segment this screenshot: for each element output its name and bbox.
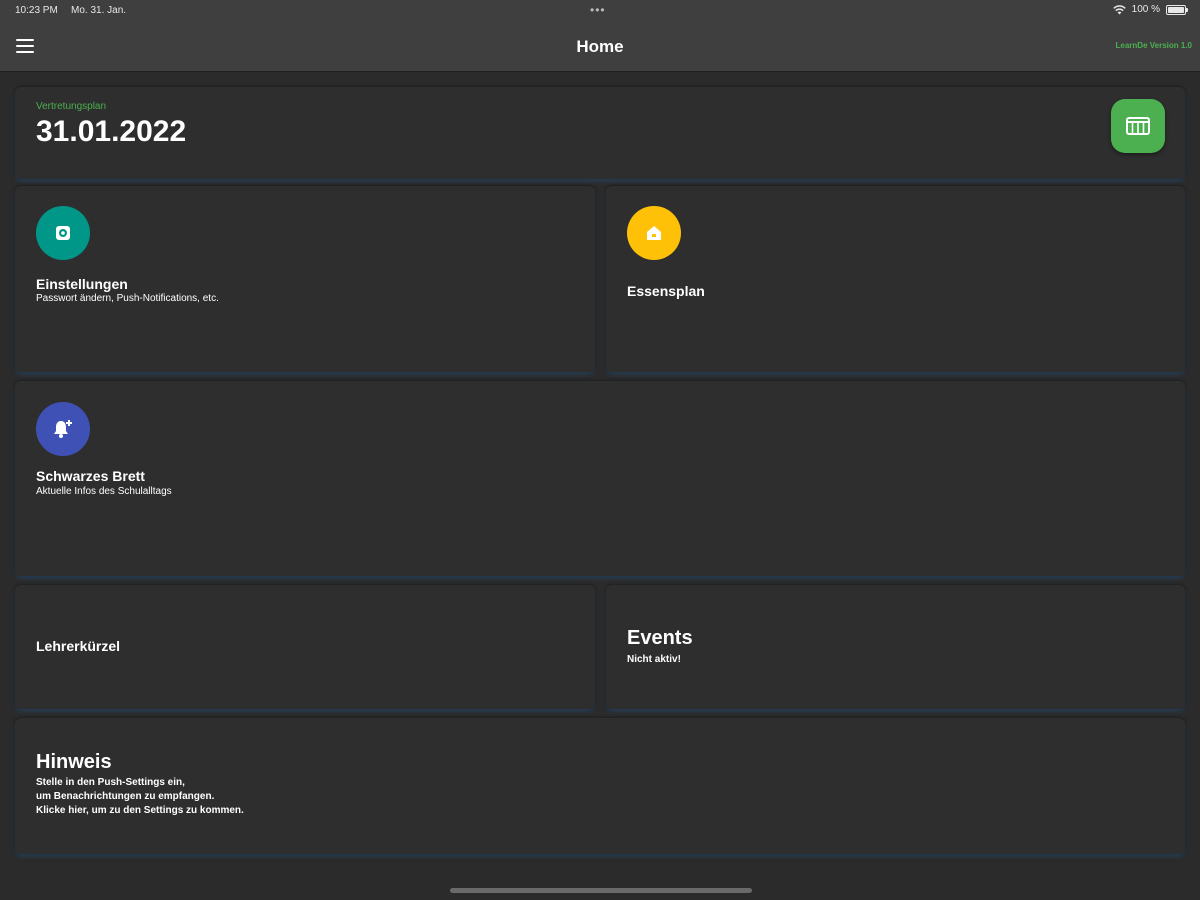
hinweis-line-3: Klicke hier, um zu den Settings zu komme…: [36, 805, 244, 816]
events-card[interactable]: Events Nicht aktiv!: [606, 585, 1185, 709]
wifi-icon: [1112, 4, 1126, 14]
einstellungen-card[interactable]: Einstellungen Passwort ändern, Push-Noti…: [15, 186, 595, 372]
hinweis-title: Hinweis: [36, 751, 112, 773]
schwarzes-brett-title: Schwarzes Brett: [36, 468, 145, 484]
hamburger-icon[interactable]: [16, 39, 34, 53]
version-label: LearnDe Version 1.0: [1115, 41, 1192, 50]
calendar-grid-icon: [1126, 117, 1150, 135]
status-right: 100 %: [1112, 4, 1188, 15]
essensplan-circle: [627, 206, 681, 260]
nav-bar: Home LearnDe Version 1.0: [0, 22, 1200, 72]
home-indicator[interactable]: [450, 888, 752, 893]
house-icon: [647, 226, 661, 240]
battery-icon: [1166, 4, 1188, 15]
essensplan-title: Essensplan: [627, 283, 705, 299]
hinweis-card[interactable]: Hinweis Stelle in den Push-Settings ein,…: [15, 718, 1185, 854]
schwarzes-brett-subtitle: Aktuelle Infos des Schulalltags: [36, 486, 172, 497]
bell-plus-icon: [54, 420, 72, 438]
hinweis-line-2: um Benachrichtungen zu empfangen.: [36, 791, 215, 802]
vertretungsplan-date: 31.01.2022: [36, 115, 187, 148]
essensplan-card[interactable]: Essensplan: [606, 186, 1185, 372]
schwarzes-brett-card[interactable]: Schwarzes Brett Aktuelle Infos des Schul…: [15, 381, 1185, 576]
hinweis-line-1: Stelle in den Push-Settings ein,: [36, 777, 185, 788]
multitask-dots[interactable]: •••: [590, 3, 606, 17]
page-title: Home: [576, 37, 624, 56]
vertretungsplan-label: Vertretungsplan: [36, 101, 107, 112]
battery-percent: 100 %: [1131, 4, 1160, 15]
settings-circle: [36, 206, 90, 260]
status-date: Mo. 31. Jan.: [71, 5, 127, 16]
calendar-button[interactable]: [1111, 99, 1165, 153]
gear-icon: [56, 226, 70, 240]
vertretungsplan-card[interactable]: Vertretungsplan 31.01.2022: [15, 87, 1185, 179]
events-title: Events: [627, 627, 693, 649]
lehrerkuerzel-card[interactable]: Lehrerkürzel: [15, 585, 595, 709]
events-subtitle: Nicht aktiv!: [627, 654, 681, 665]
status-time: 10:23 PM: [15, 5, 58, 16]
einstellungen-title: Einstellungen: [36, 276, 128, 292]
status-bar: 10:23 PM Mo. 31. Jan. ••• 100 %: [0, 0, 1200, 22]
lehrerkuerzel-title: Lehrerkürzel: [36, 638, 121, 654]
bell-circle: [36, 402, 90, 456]
einstellungen-subtitle: Passwort ändern, Push-Notifications, etc…: [36, 293, 219, 304]
